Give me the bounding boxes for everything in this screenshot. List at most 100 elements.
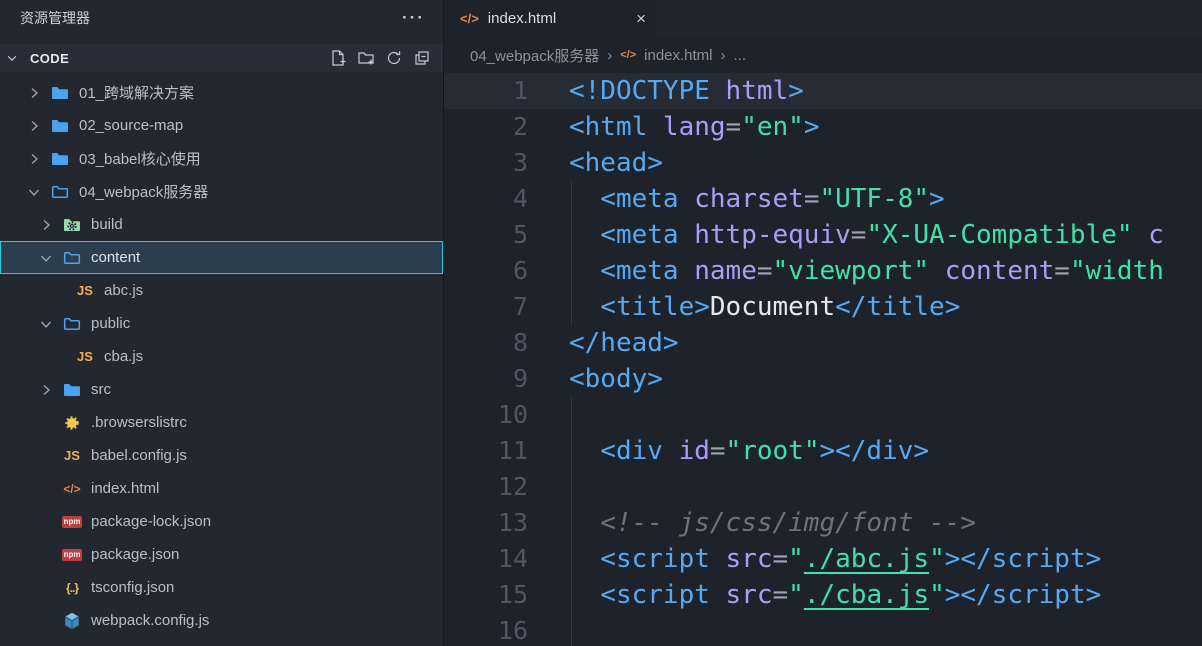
close-tab-icon[interactable]: × bbox=[636, 9, 646, 29]
tree-item-content[interactable]: content bbox=[0, 241, 443, 274]
tree-item-abc.js[interactable]: JS abc.js bbox=[0, 274, 443, 307]
breadcrumb: 04_webpack服务器 › </> index.html › ... bbox=[444, 37, 1202, 73]
code-line-6[interactable]: 6 <meta name="viewport" content="width bbox=[444, 253, 1202, 289]
tree-item-webpack.config.js[interactable]: webpack.config.js bbox=[0, 604, 443, 637]
line-content: <meta name="viewport" content="width bbox=[528, 253, 1202, 289]
tree-item-public[interactable]: public bbox=[0, 307, 443, 340]
js-icon: JS bbox=[75, 281, 95, 301]
line-content: <script src="./abc.js"></script> bbox=[528, 541, 1202, 577]
chevron-down-icon bbox=[4, 50, 20, 66]
chevron-down-icon[interactable] bbox=[38, 316, 54, 332]
code-line-4[interactable]: 4 <meta charset="UTF-8"> bbox=[444, 181, 1202, 217]
line-number: 9 bbox=[444, 361, 528, 397]
tree-item-label: content bbox=[91, 249, 140, 266]
tree-item-tsconfig.json[interactable]: {..}tsconfig.json bbox=[0, 571, 443, 604]
chevron-spacer bbox=[38, 514, 54, 530]
section-header-code[interactable]: CODE bbox=[0, 44, 443, 72]
vscode-window: 资源管理器 ··· CODE 0 bbox=[0, 0, 1202, 646]
npm-icon: npm bbox=[62, 512, 82, 532]
editor-pane: </> index.html × 04_webpack服务器 › </> ind… bbox=[444, 0, 1202, 646]
tree-item-label: abc.js bbox=[104, 282, 143, 299]
line-number: 2 bbox=[444, 109, 528, 145]
code-line-1[interactable]: 1<!DOCTYPE html> bbox=[444, 73, 1202, 109]
webpack-icon bbox=[62, 611, 82, 631]
code-line-12[interactable]: 12 bbox=[444, 469, 1202, 505]
code-line-9[interactable]: 9<body> bbox=[444, 361, 1202, 397]
tree-item-03_babel核心使用[interactable]: 03_babel核心使用 bbox=[0, 142, 443, 175]
line-content bbox=[528, 397, 1202, 433]
chevron-right-icon[interactable] bbox=[38, 217, 54, 233]
breadcrumb-item-symbol[interactable]: ... bbox=[734, 47, 747, 64]
tree-item-01_跨域解决方案[interactable]: 01_跨域解决方案 bbox=[0, 76, 443, 109]
chevron-spacer bbox=[38, 448, 54, 464]
tree-item-package-lock.json[interactable]: npm package-lock.json bbox=[0, 505, 443, 538]
code-line-3[interactable]: 3<head> bbox=[444, 145, 1202, 181]
tab-label: index.html bbox=[488, 10, 556, 27]
tree-item-clipped[interactable] bbox=[0, 637, 443, 646]
tree-item-src[interactable]: src bbox=[0, 373, 443, 406]
chevron-down-icon[interactable] bbox=[38, 250, 54, 266]
breadcrumb-item-folder[interactable]: 04_webpack服务器 bbox=[470, 45, 599, 66]
breadcrumb-item-file[interactable]: index.html bbox=[644, 47, 712, 64]
tree-item-label: package-lock.json bbox=[91, 513, 211, 530]
refresh-icon[interactable] bbox=[385, 49, 403, 67]
section-label: CODE bbox=[30, 51, 69, 66]
code-line-15[interactable]: 15 <script src="./cba.js"></script> bbox=[444, 577, 1202, 613]
code-line-16[interactable]: 16 bbox=[444, 613, 1202, 646]
code-line-14[interactable]: 14 <script src="./abc.js"></script> bbox=[444, 541, 1202, 577]
collapse-folders-icon[interactable] bbox=[413, 49, 431, 67]
line-content: <title>Document</title> bbox=[528, 289, 1202, 325]
sidebar-title: 资源管理器 bbox=[20, 8, 90, 28]
tab-index-html[interactable]: </> index.html × bbox=[444, 0, 656, 37]
file-tree: 01_跨域解决方案 02_source-map 03_babel核心使用04_web… bbox=[0, 76, 443, 646]
line-content: <body> bbox=[528, 361, 1202, 397]
line-content: <meta charset="UTF-8"> bbox=[528, 181, 1202, 217]
chevron-spacer bbox=[38, 547, 54, 563]
tree-item-index.html[interactable]: </>index.html bbox=[0, 472, 443, 505]
new-file-icon[interactable] bbox=[329, 49, 347, 67]
tree-item-label: babel.config.js bbox=[91, 447, 187, 464]
npm-icon: npm bbox=[62, 545, 82, 565]
breadcrumb-separator: › bbox=[721, 47, 726, 64]
tree-item-cba.js[interactable]: JScba.js bbox=[0, 340, 443, 373]
line-content: <script src="./cba.js"></script> bbox=[528, 577, 1202, 613]
folder-closed-icon bbox=[50, 116, 70, 136]
tree-item-babel.config.js[interactable]: JSbabel.config.js bbox=[0, 439, 443, 472]
chevron-right-icon[interactable] bbox=[26, 151, 42, 167]
code-line-11[interactable]: 11 <div id="root"></div> bbox=[444, 433, 1202, 469]
code-line-8[interactable]: 8</head> bbox=[444, 325, 1202, 361]
new-folder-icon[interactable] bbox=[357, 49, 375, 67]
tsjson-icon: {..} bbox=[62, 578, 82, 598]
more-actions-icon[interactable]: ··· bbox=[402, 8, 425, 28]
chevron-spacer bbox=[38, 481, 54, 497]
tree-item-02_source-map[interactable]: 02_source-map bbox=[0, 109, 443, 142]
line-content bbox=[528, 613, 1202, 646]
tree-item-.browserslistrc[interactable]: .browserslistrc bbox=[0, 406, 443, 439]
line-content: <div id="root"></div> bbox=[528, 433, 1202, 469]
sidebar-title-row: 资源管理器 ··· bbox=[0, 0, 443, 36]
code-line-7[interactable]: 7 <title>Document</title> bbox=[444, 289, 1202, 325]
chevron-right-icon[interactable] bbox=[26, 85, 42, 101]
code-area[interactable]: 1<!DOCTYPE html>2<html lang="en">3<head>… bbox=[444, 73, 1202, 646]
code-line-2[interactable]: 2<html lang="en"> bbox=[444, 109, 1202, 145]
explorer-sidebar: 资源管理器 ··· CODE 0 bbox=[0, 0, 444, 646]
line-content: <!-- js/css/img/font --> bbox=[528, 505, 1202, 541]
tree-item-label: public bbox=[91, 315, 130, 332]
folder-closed-icon bbox=[50, 149, 70, 169]
line-content: <meta http-equiv="X-UA-Compatible" c bbox=[528, 217, 1202, 253]
tree-item-label: package.json bbox=[91, 546, 179, 563]
tree-item-label: cba.js bbox=[104, 348, 143, 365]
chevron-down-icon[interactable] bbox=[26, 184, 42, 200]
chevron-right-icon[interactable] bbox=[26, 118, 42, 134]
tree-item-04_webpack服务器[interactable]: 04_webpack服务器 bbox=[0, 175, 443, 208]
code-line-5[interactable]: 5 <meta http-equiv="X-UA-Compatible" c bbox=[444, 217, 1202, 253]
tree-item-build[interactable]: build bbox=[0, 208, 443, 241]
tree-item-label: index.html bbox=[91, 480, 159, 497]
code-line-13[interactable]: 13 <!-- js/css/img/font --> bbox=[444, 505, 1202, 541]
code-line-10[interactable]: 10 bbox=[444, 397, 1202, 433]
tree-item-package.json[interactable]: npm package.json bbox=[0, 538, 443, 571]
line-number: 8 bbox=[444, 325, 528, 361]
tree-item-label: 02_source-map bbox=[79, 117, 183, 134]
chevron-right-icon[interactable] bbox=[38, 382, 54, 398]
line-number: 15 bbox=[444, 577, 528, 613]
